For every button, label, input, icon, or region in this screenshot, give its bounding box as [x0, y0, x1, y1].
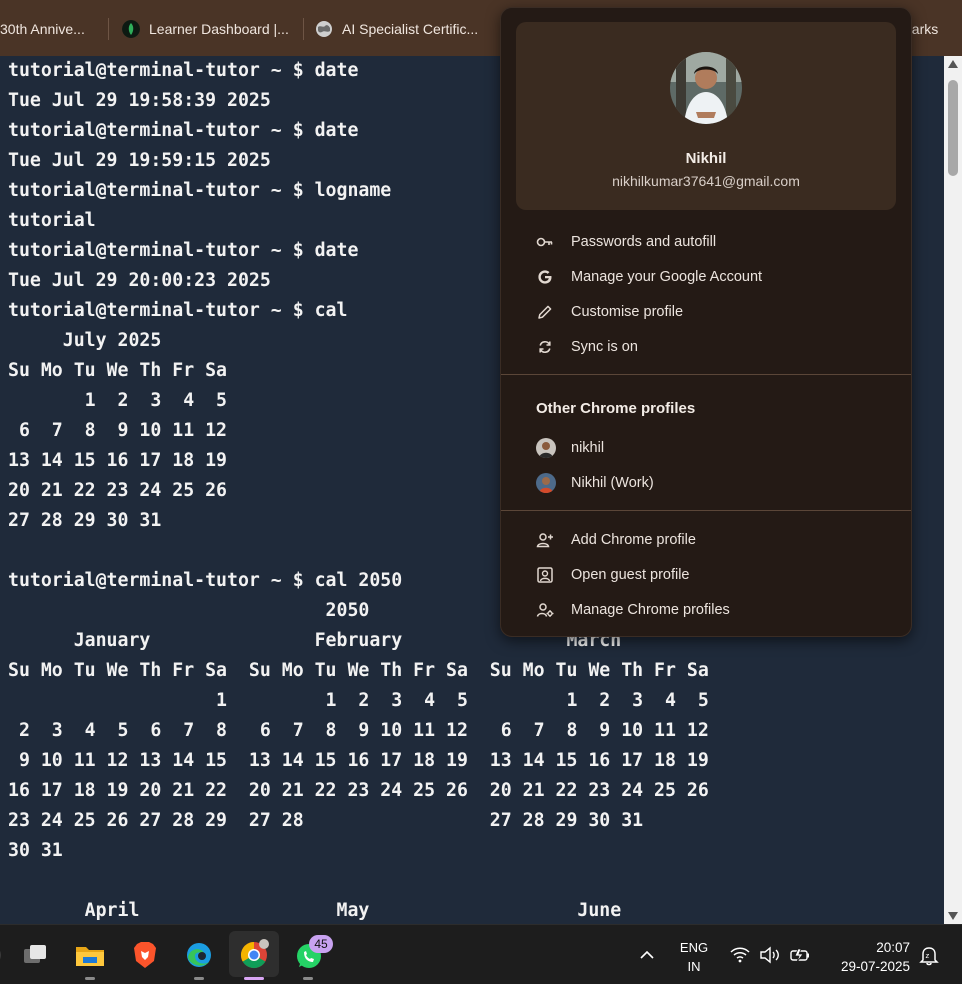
menu-divider — [501, 374, 911, 375]
bookmark-label: 30th Annive... — [0, 21, 85, 37]
menu-item-label: Manage your Google Account — [571, 268, 763, 285]
chrome-browser-icon[interactable] — [229, 931, 279, 977]
show-hidden-icons-chevron-icon[interactable] — [628, 935, 668, 975]
edge-browser-icon[interactable] — [179, 935, 219, 975]
volume-icon[interactable] — [758, 935, 782, 975]
other-profiles-heading: Other Chrome profiles — [536, 400, 696, 417]
widgets-icon[interactable] — [0, 935, 8, 975]
scroll-up-arrow-icon[interactable] — [948, 60, 958, 68]
language-indicator[interactable]: ENG IN — [668, 938, 720, 976]
terminal-line: 23 24 25 26 27 28 29 27 28 27 28 29 30 3… — [8, 810, 644, 831]
manage-profiles-icon — [536, 602, 554, 617]
running-indicator — [194, 977, 204, 980]
profile-card: Nikhil nikhilkumar37641@gmail.com — [516, 22, 896, 210]
menu-item-label: Sync is on — [571, 338, 638, 355]
task-view-icon[interactable] — [16, 935, 56, 975]
profile-item-label: Nikhil (Work) — [571, 474, 654, 491]
file-explorer-icon[interactable] — [70, 935, 110, 975]
terminal-scrollbar[interactable] — [944, 56, 962, 924]
profile-email: nikhilkumar37641@gmail.com — [612, 173, 800, 189]
key-icon — [536, 237, 553, 246]
bookmark-item[interactable]: 30th Annive... — [0, 18, 85, 40]
menu-item-label: Customise profile — [571, 303, 684, 320]
terminal-line: 16 17 18 19 20 21 22 20 21 22 23 24 25 2… — [8, 780, 709, 801]
terminal-line: 30 31 — [8, 840, 63, 861]
running-indicator — [303, 977, 313, 980]
terminal-line: Su Mo Tu We Th Fr Sa Su Mo Tu We Th Fr S… — [8, 660, 709, 681]
menu-item-google-account[interactable]: Manage your Google Account — [501, 259, 911, 294]
system-clock[interactable]: 20:07 29-07-2025 — [820, 938, 910, 976]
menu-item-label: Add Chrome profile — [571, 531, 696, 548]
running-indicator — [85, 977, 95, 980]
terminal-line: 2 3 4 5 6 7 8 6 7 8 9 10 11 12 6 7 8 9 1… — [8, 720, 709, 741]
globe-icon — [316, 21, 332, 37]
menu-item-sync[interactable]: Sync is on — [501, 329, 911, 364]
avatar — [670, 52, 742, 124]
menu-item-add-profile[interactable]: Add Chrome profile — [501, 522, 911, 557]
battery-icon[interactable] — [788, 935, 812, 975]
windows-taskbar: 45 ENG IN 20:07 29-07-2025 z — [0, 924, 962, 984]
active-indicator — [244, 977, 264, 980]
brave-browser-icon[interactable] — [125, 935, 165, 975]
clock-time: 20:07 — [876, 940, 910, 955]
sync-icon — [539, 340, 551, 353]
guest-profile-icon — [537, 566, 553, 583]
menu-divider — [501, 510, 911, 511]
pencil-icon — [538, 305, 552, 319]
region-code: IN — [687, 959, 701, 974]
add-person-icon — [536, 532, 553, 547]
menu-item-guest-profile[interactable]: Open guest profile — [501, 557, 911, 592]
clock-date: 29-07-2025 — [840, 959, 910, 974]
menu-item-label: Manage Chrome profiles — [571, 601, 730, 618]
wifi-icon[interactable] — [728, 935, 752, 975]
bookmark-item[interactable]: AI Specialist Certific... — [315, 18, 478, 40]
profile-item-label: nikhil — [571, 439, 605, 456]
terminal-line: 9 10 11 12 13 14 15 13 14 15 16 17 18 19… — [8, 750, 709, 771]
menu-item-customise-profile[interactable]: Customise profile — [501, 294, 911, 329]
terminal-line: April May June — [8, 900, 622, 921]
leaf-icon — [122, 20, 140, 38]
profile-name: Nikhil — [685, 150, 727, 167]
svg-text:z: z — [926, 952, 930, 960]
bookmark-separator — [108, 18, 109, 40]
menu-item-label: Open guest profile — [571, 566, 690, 583]
notification-bell-icon[interactable]: z — [914, 935, 944, 975]
bookmark-label: AI Specialist Certific... — [342, 21, 479, 37]
notification-badge: 45 — [309, 935, 333, 953]
chrome-profile-menu: Nikhil nikhilkumar37641@gmail.com Passwo… — [500, 7, 912, 637]
scrollbar-thumb[interactable] — [948, 80, 958, 176]
bookmark-item[interactable]: Learner Dashboard |... — [122, 18, 289, 40]
profile-item-nikhil[interactable]: nikhil — [501, 430, 911, 465]
profile-avatar-icon — [536, 473, 556, 493]
menu-item-label: Passwords and autofill — [571, 233, 717, 250]
profile-avatar-icon — [536, 438, 556, 458]
google-g-icon — [538, 269, 552, 284]
bookmark-separator — [303, 18, 304, 40]
profile-item-nikhil-work[interactable]: Nikhil (Work) — [501, 465, 911, 500]
terminal-line: 1 1 2 3 4 5 1 2 3 4 5 — [8, 690, 709, 711]
menu-item-passwords[interactable]: Passwords and autofill — [501, 224, 911, 259]
bookmark-label: Learner Dashboard |... — [149, 21, 289, 37]
language-code: ENG — [679, 940, 709, 955]
scroll-down-arrow-icon[interactable] — [948, 912, 958, 920]
menu-item-manage-profiles[interactable]: Manage Chrome profiles — [501, 592, 911, 627]
